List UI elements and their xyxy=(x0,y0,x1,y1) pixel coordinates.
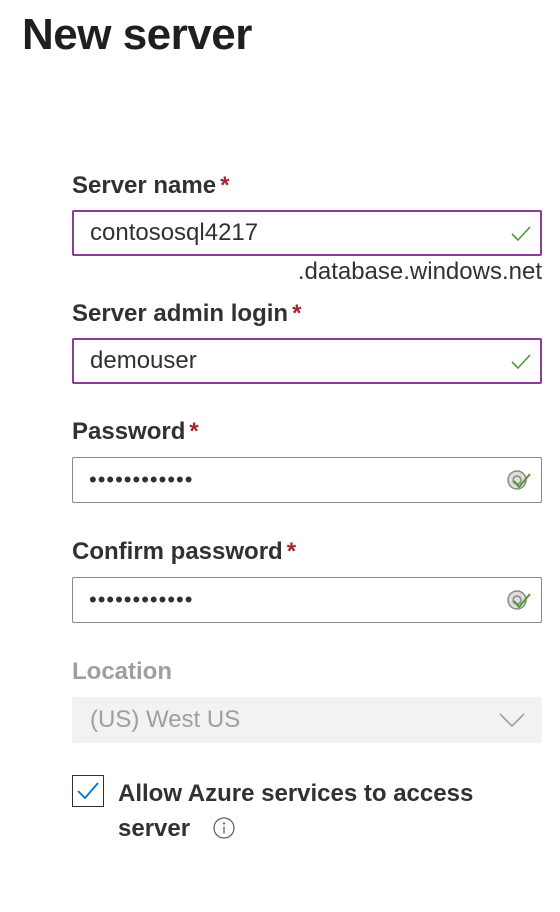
required-marker: * xyxy=(189,418,199,445)
confirm-password-label: Confirm password * xyxy=(72,538,296,566)
chevron-down-icon[interactable] xyxy=(498,712,526,728)
admin-login-label-text: Server admin login xyxy=(72,300,289,327)
admin-login-input[interactable]: demouser xyxy=(72,338,542,384)
password-label-text: Password xyxy=(72,418,186,445)
confirm-password-label-text: Confirm password xyxy=(72,538,283,565)
confirm-password-value[interactable]: •••••••••••• xyxy=(89,587,193,613)
allow-azure-checkbox[interactable] xyxy=(72,775,104,807)
required-marker: * xyxy=(220,172,230,199)
allow-azure-label-text[interactable]: Allow Azure services to access server xyxy=(118,780,473,842)
password-label: Password * xyxy=(72,418,199,446)
required-marker: * xyxy=(286,538,297,565)
password-value[interactable]: •••••••••••• xyxy=(89,467,193,493)
admin-login-label: Server admin login * xyxy=(72,300,301,328)
check-icon xyxy=(511,354,531,370)
server-name-label: Server name * xyxy=(72,172,229,200)
server-name-label-text: Server name xyxy=(72,172,217,199)
page-title: New server xyxy=(22,10,252,59)
confirm-password-input[interactable]: •••••••••••• xyxy=(72,577,542,623)
server-name-value[interactable]: contososql4217 xyxy=(90,219,258,247)
location-label: Location xyxy=(72,658,172,685)
server-domain-suffix: .database.windows.net xyxy=(297,258,542,285)
location-value[interactable]: (US) West US xyxy=(90,706,240,734)
password-manager-icon[interactable] xyxy=(503,585,533,615)
check-icon xyxy=(511,226,531,242)
admin-login-value[interactable]: demouser xyxy=(90,347,197,375)
required-marker: * xyxy=(292,300,302,327)
allow-azure-label[interactable]: Allow Azure services to access server xyxy=(118,776,518,846)
password-manager-icon[interactable] xyxy=(503,465,533,495)
password-input[interactable]: •••••••••••• xyxy=(72,457,542,503)
info-icon[interactable] xyxy=(213,817,235,839)
location-dropdown[interactable]: (US) West US xyxy=(72,697,542,743)
server-name-input[interactable]: contososql4217 xyxy=(72,210,542,256)
checkmark-icon xyxy=(77,782,99,800)
